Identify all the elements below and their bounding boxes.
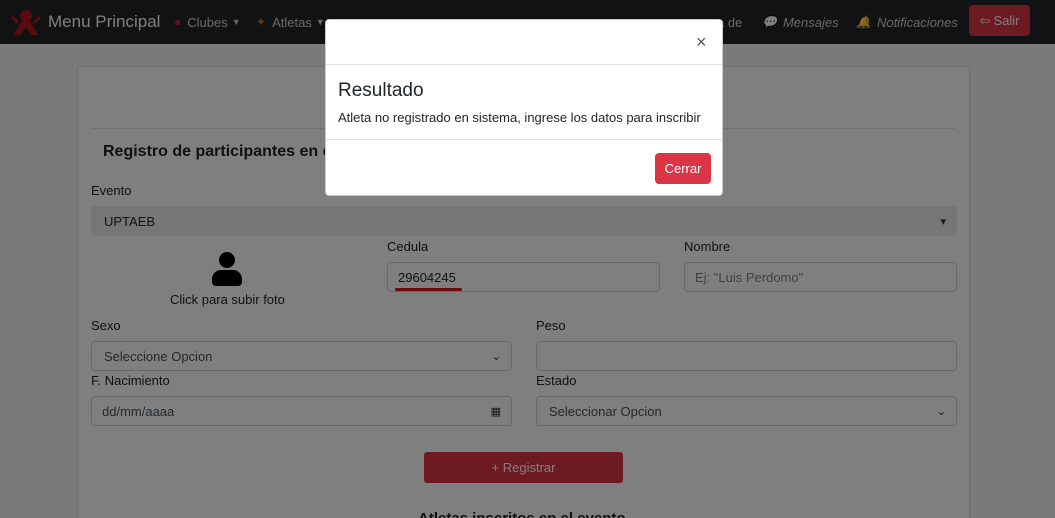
modal-footer-divider: [326, 139, 722, 140]
close-icon[interactable]: ×: [696, 32, 707, 53]
modal-message: Atleta no registrado en sistema, ingrese…: [338, 110, 701, 125]
modal-title: Resultado: [338, 80, 424, 101]
result-modal: × Resultado Atleta no registrado en sist…: [325, 19, 723, 196]
modal-header-divider: [326, 64, 722, 65]
cerrar-button[interactable]: Cerrar: [655, 153, 711, 184]
